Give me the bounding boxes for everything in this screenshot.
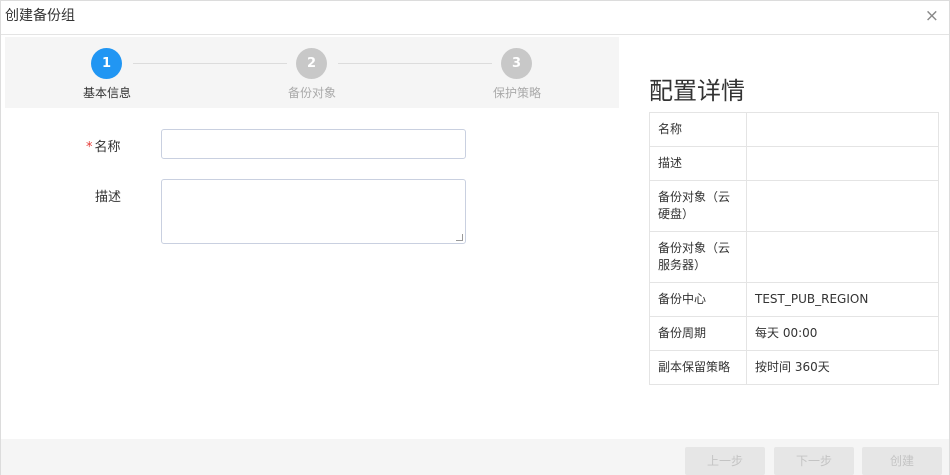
detail-key: 备份周期 — [649, 316, 747, 351]
step-1-label: 基本信息 — [82, 86, 131, 100]
detail-value: 按时间 360天 — [746, 350, 939, 385]
step-connector — [338, 63, 492, 64]
detail-value — [746, 146, 939, 181]
create-button[interactable]: 创建 — [862, 447, 942, 475]
name-label: * 名称 — [86, 136, 121, 155]
step-3-circle: 3 — [501, 48, 532, 79]
step-connector — [133, 63, 287, 64]
close-icon[interactable]: × — [925, 6, 939, 26]
table-row: 备份对象（云服务器） — [649, 231, 939, 283]
dialog-footer: 上一步 下一步 创建 — [1, 439, 949, 475]
table-row: 副本保留策略 按时间 360天 — [649, 350, 939, 385]
name-input[interactable] — [161, 129, 466, 159]
step-1-circle: 1 — [91, 48, 122, 79]
table-row: 备份周期 每天 00:00 — [649, 316, 939, 351]
table-row: 备份对象（云硬盘） — [649, 180, 939, 232]
detail-value — [746, 112, 939, 147]
detail-value — [746, 231, 939, 283]
step-2-circle: 2 — [296, 48, 327, 79]
detail-key: 备份对象（云服务器） — [649, 231, 747, 283]
description-textarea[interactable] — [161, 179, 466, 244]
description-label: 描述 — [95, 190, 122, 205]
table-row: 备份中心 TEST_PUB_REGION — [649, 282, 939, 317]
detail-value — [746, 180, 939, 232]
prev-step-button[interactable]: 上一步 — [685, 447, 765, 475]
table-row: 名称 — [649, 112, 939, 147]
step-2-label: 备份对象 — [287, 86, 336, 100]
detail-key: 描述 — [649, 146, 747, 181]
details-table: 名称 描述 备份对象（云硬盘） 备份对象（云服务器） 备份中心 TEST_PUB… — [649, 112, 939, 385]
details-title: 配置详情 — [649, 77, 745, 105]
dialog-header: 创建备份组 × — [1, 1, 949, 35]
steps-bar: 1 基本信息 2 备份对象 3 保护策略 — [5, 37, 619, 108]
detail-value: TEST_PUB_REGION — [746, 282, 939, 317]
resize-grip-icon[interactable] — [456, 234, 463, 241]
detail-value: 每天 00:00 — [746, 316, 939, 351]
required-mark: * — [86, 140, 93, 155]
detail-key: 备份中心 — [649, 282, 747, 317]
next-step-button[interactable]: 下一步 — [774, 447, 854, 475]
step-3-label: 保护策略 — [492, 86, 541, 100]
detail-key: 名称 — [649, 112, 747, 147]
name-label-text: 名称 — [94, 140, 121, 155]
table-row: 描述 — [649, 146, 939, 181]
detail-key: 副本保留策略 — [649, 350, 747, 385]
dialog-title: 创建备份组 — [5, 8, 75, 24]
detail-key: 备份对象（云硬盘） — [649, 180, 747, 232]
create-backup-group-dialog: 创建备份组 × 1 基本信息 2 备份对象 3 保护策略 * 名称 描述 配置详情… — [0, 0, 950, 475]
